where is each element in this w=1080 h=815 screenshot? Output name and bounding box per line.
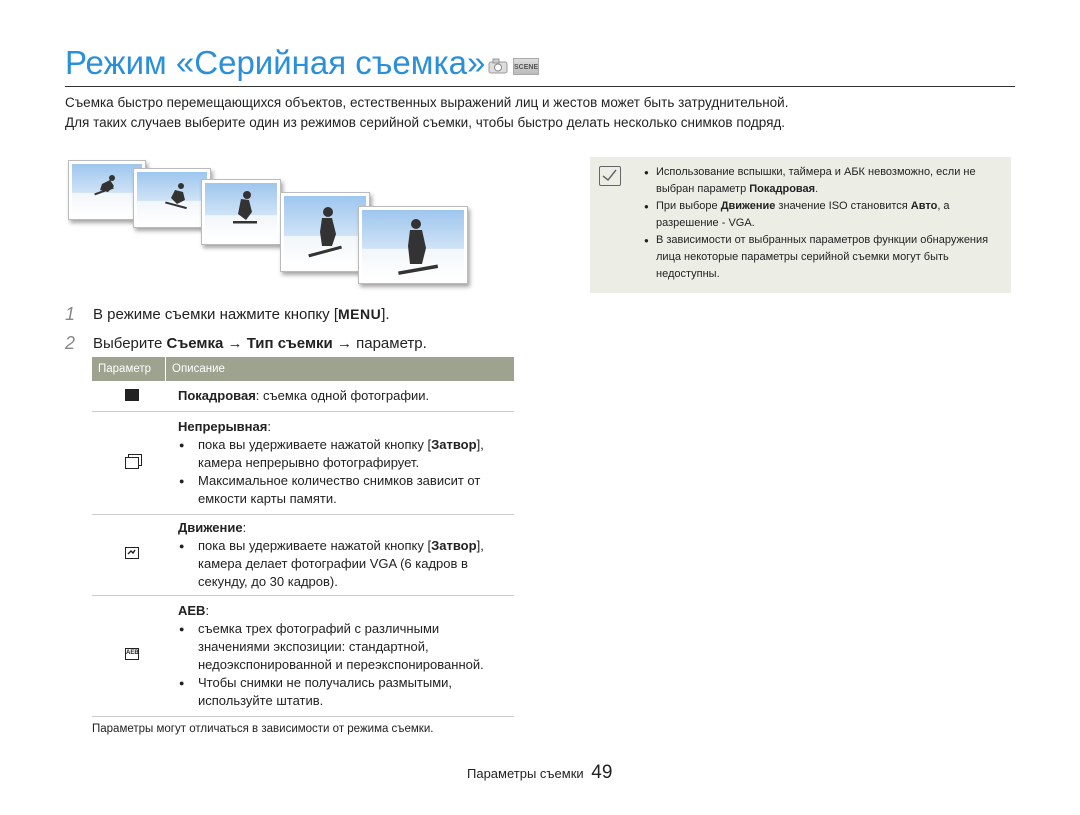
- arrow: →: [223, 335, 247, 352]
- burst-photo: [280, 192, 370, 272]
- title-icons: SCENE: [488, 58, 539, 75]
- intro-line-2: Для таких случаев выберите один из режим…: [65, 115, 786, 130]
- burst-photo-sequence: [66, 158, 476, 284]
- note-bold: Движение: [720, 200, 776, 212]
- option-name: Покадровая: [178, 388, 256, 403]
- note-bold: Авто: [910, 200, 938, 212]
- scene-icon: SCENE: [513, 58, 539, 75]
- single-shot-icon: [125, 389, 139, 401]
- option-colon: :: [205, 603, 210, 618]
- step-2-text: Выберите: [93, 335, 167, 352]
- note-text: значение ISO становится: [775, 200, 911, 212]
- burst-photo: [201, 179, 281, 245]
- step-1-end: ].: [381, 306, 390, 323]
- intro-line-1: Съемка быстро перемещающихся объектов, е…: [65, 95, 789, 110]
- header-parameter: Параметр: [92, 357, 166, 381]
- option-colon: :: [242, 520, 247, 535]
- table-row: Движение: пока вы удерживаете нажатой кн…: [92, 515, 514, 596]
- shutter-key-label: Затвор: [431, 437, 477, 452]
- camera-icon: [488, 58, 510, 74]
- continuous-icon: [125, 457, 139, 469]
- list-item: пока вы удерживаете нажатой кнопку [Затв…: [178, 436, 514, 472]
- menu-item-drive-mode: Тип съемки: [246, 335, 333, 352]
- list-item: Максимальное количество снимков зависит …: [178, 472, 514, 508]
- step-1-text: В режиме съемки нажмите кнопку [: [93, 306, 339, 323]
- list-item: Использование вспышки, таймера и АБК нев…: [643, 164, 1003, 198]
- option-name: AEB: [178, 603, 206, 618]
- menu-key-label: MENU: [338, 306, 382, 322]
- note-bold: Покадровая: [749, 183, 816, 195]
- page-number: 49: [591, 762, 613, 783]
- aeb-icon: AEB: [125, 648, 139, 660]
- option-name: Непрерывная: [178, 419, 268, 434]
- table-row: Непрерывная: пока вы удерживаете нажатой…: [92, 412, 514, 515]
- step-number: 1: [65, 304, 76, 324]
- menu-item-shooting: Съемка: [166, 335, 224, 352]
- bullet-text: пока вы удерживаете нажатой кнопку [: [198, 437, 432, 452]
- table-header: Параметр Описание: [92, 357, 514, 381]
- option-name: Движение: [178, 520, 243, 535]
- bullet-text: пока вы удерживаете нажатой кнопку [: [198, 538, 432, 553]
- list-item: пока вы удерживаете нажатой кнопку [Затв…: [178, 537, 514, 591]
- list-item: При выборе Движение значение ISO станови…: [643, 198, 1003, 232]
- option-desc: : съемка одной фотографии.: [255, 388, 430, 403]
- motion-icon: [125, 547, 139, 559]
- note-text-end: .: [815, 183, 819, 195]
- footnote: Параметры могут отличаться в зависимости…: [92, 723, 434, 735]
- burst-photo: [133, 168, 211, 228]
- step-number: 2: [65, 333, 76, 353]
- option-colon: :: [267, 419, 271, 434]
- page-title: Режим «Серийная съемка»: [65, 44, 486, 81]
- shutter-key-label: Затвор: [431, 538, 477, 553]
- note-box: Использование вспышки, таймера и АБК нев…: [590, 157, 1011, 293]
- burst-photo: [358, 206, 468, 284]
- note-text: При выборе: [656, 200, 721, 212]
- intro-text: Съемка быстро перемещающихся объектов, е…: [65, 93, 1015, 133]
- options-table: Параметр Описание Покадровая: съемка одн…: [92, 357, 514, 717]
- list-item: съемка трех фотографий с различными знач…: [178, 620, 514, 674]
- section-name: Параметры съемки: [467, 766, 584, 781]
- page-footer: Параметры съемки 49: [467, 762, 612, 784]
- list-item: Чтобы снимки не получались размытыми, ис…: [178, 674, 514, 710]
- list-item: В зависимости от выбранных параметров фу…: [643, 232, 1003, 283]
- step-2-end: → параметр.: [332, 335, 427, 352]
- header-description: Описание: [172, 363, 225, 375]
- note-icon: [599, 166, 621, 186]
- title-row: Режим «Серийная съемка» SCENE: [65, 44, 1015, 87]
- table-row: Покадровая: съемка одной фотографии.: [92, 381, 514, 412]
- table-row: AEB AEB: съемка трех фотографий с различ…: [92, 596, 514, 717]
